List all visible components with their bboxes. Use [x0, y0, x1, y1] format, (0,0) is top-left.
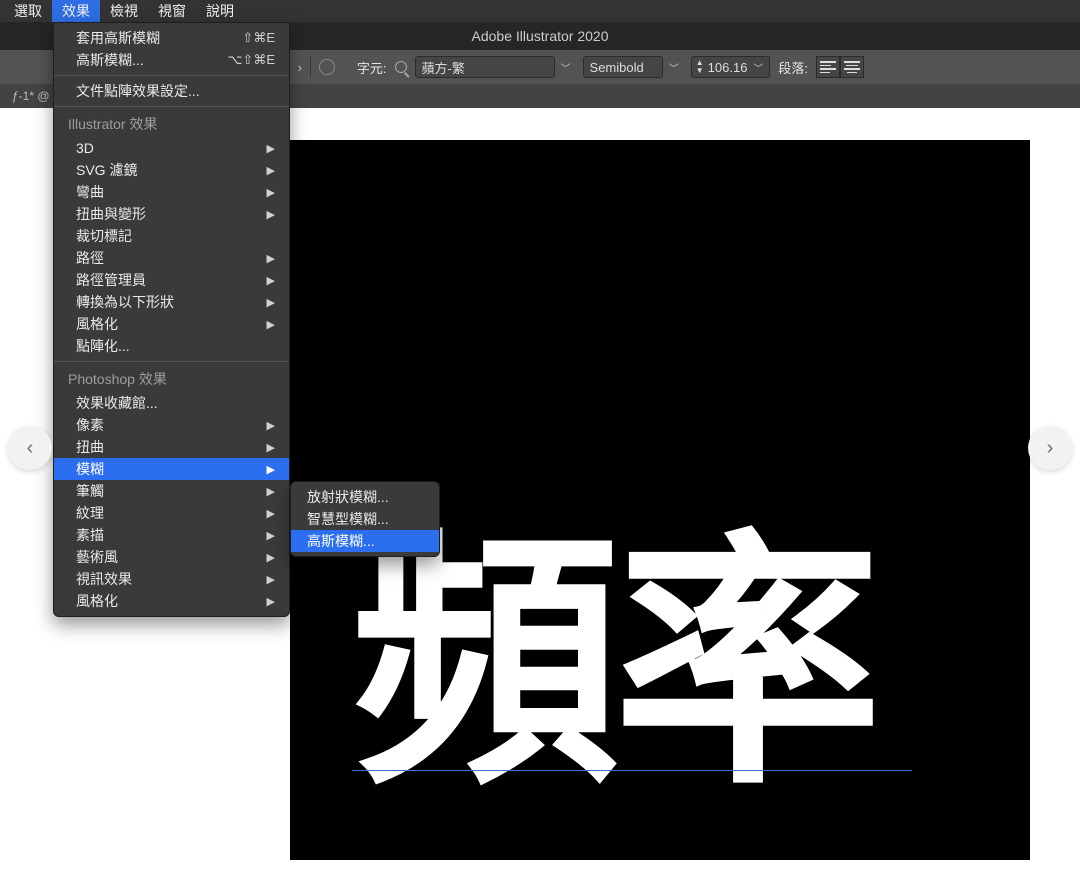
- menu-divider: [54, 106, 289, 107]
- submenu-arrow-icon: ▶: [267, 485, 275, 498]
- submenu-arrow-icon: ▶: [267, 419, 275, 432]
- opacity-stepper-icon[interactable]: ›: [298, 60, 302, 75]
- submenu-radial-blur[interactable]: 放射狀模糊...: [291, 486, 439, 508]
- menu-effects[interactable]: 效果: [52, 0, 100, 23]
- submenu-arrow-icon: ▶: [267, 441, 275, 454]
- submenu-arrow-icon: ▶: [267, 507, 275, 520]
- menu-apply-last-effect[interactable]: 套用高斯模糊 ⇧⌘E: [54, 27, 289, 49]
- menu-window[interactable]: 視窗: [148, 0, 196, 23]
- carousel-next-button[interactable]: ›: [1028, 426, 1072, 470]
- menu-last-effect[interactable]: 高斯模糊... ⌥⇧⌘E: [54, 49, 289, 71]
- submenu-arrow-icon: ▶: [267, 252, 275, 265]
- text-baseline-guide: [352, 770, 912, 771]
- shortcut-label: ⌥⇧⌘E: [227, 52, 275, 68]
- search-icon[interactable]: [395, 61, 407, 73]
- menu-path[interactable]: 路徑▶: [54, 247, 289, 269]
- submenu-arrow-icon: ▶: [267, 164, 275, 177]
- submenu-arrow-icon: ▶: [267, 595, 275, 608]
- submenu-arrow-icon: ▶: [267, 186, 275, 199]
- shortcut-label: ⇧⌘E: [242, 30, 275, 46]
- menu-3d[interactable]: 3D▶: [54, 137, 289, 159]
- effects-menu: 套用高斯模糊 ⇧⌘E 高斯模糊... ⌥⇧⌘E 文件點陣效果設定... Illu…: [53, 22, 290, 617]
- submenu-arrow-icon: ▶: [267, 551, 275, 564]
- chevron-left-icon: ‹: [27, 437, 34, 460]
- menu-ps-distort[interactable]: 扭曲▶: [54, 436, 289, 458]
- globe-icon[interactable]: [319, 59, 335, 75]
- submenu-smart-blur[interactable]: 智慧型模糊...: [291, 508, 439, 530]
- align-center-button[interactable]: [840, 56, 864, 78]
- submenu-arrow-icon: ▶: [267, 142, 275, 155]
- submenu-arrow-icon: ▶: [267, 318, 275, 331]
- align-left-button[interactable]: [816, 56, 840, 78]
- chevron-right-icon: ›: [1047, 437, 1054, 460]
- font-family-value: 蘋方-繁: [415, 56, 555, 78]
- chevron-down-icon: ﹀: [557, 60, 575, 75]
- font-size-stepper[interactable]: ▲ ▼ 106.16 ﹀: [691, 56, 771, 78]
- font-size-value: 106.16: [706, 60, 750, 75]
- menu-convert-shape[interactable]: 轉換為以下形狀▶: [54, 291, 289, 313]
- font-weight-dropdown[interactable]: Semibold ﹀: [583, 56, 683, 78]
- menu-warp[interactable]: 彎曲▶: [54, 181, 289, 203]
- canvas-text[interactable]: 頻率: [352, 530, 876, 798]
- menu-blur[interactable]: 模糊▶: [54, 458, 289, 480]
- carousel-prev-button[interactable]: ‹: [8, 426, 52, 470]
- document-tab[interactable]: ƒ-1* @: [2, 86, 60, 106]
- font-family-dropdown[interactable]: 蘋方-繁 ﹀: [415, 56, 575, 78]
- menu-distort-transform[interactable]: 扭曲與變形▶: [54, 203, 289, 225]
- submenu-arrow-icon: ▶: [267, 274, 275, 287]
- submenu-arrow-icon: ▶: [267, 573, 275, 586]
- chevron-down-icon: ﹀: [665, 60, 683, 75]
- menu-sketch[interactable]: 素描▶: [54, 524, 289, 546]
- menubar: 選取 效果 檢視 視窗 說明: [0, 0, 1080, 22]
- paragraph-label: 段落:: [778, 58, 808, 77]
- menu-svg-filters[interactable]: SVG 濾鏡▶: [54, 159, 289, 181]
- menu-raster-settings[interactable]: 文件點陣效果設定...: [54, 80, 289, 102]
- menu-section-photoshop: Photoshop 效果: [54, 366, 289, 392]
- menu-view[interactable]: 檢視: [100, 0, 148, 23]
- down-arrow-icon[interactable]: ▼: [694, 67, 706, 75]
- submenu-gaussian-blur[interactable]: 高斯模糊...: [291, 530, 439, 552]
- menu-artistic[interactable]: 藝術風▶: [54, 546, 289, 568]
- menu-divider: [54, 361, 289, 362]
- app-title: Adobe Illustrator 2020: [472, 28, 609, 44]
- blur-submenu: 放射狀模糊... 智慧型模糊... 高斯模糊...: [290, 481, 440, 557]
- menu-stylize-ai[interactable]: 風格化▶: [54, 313, 289, 335]
- menu-pixelate[interactable]: 像素▶: [54, 414, 289, 436]
- menu-texture[interactable]: 紋理▶: [54, 502, 289, 524]
- menu-pathfinder[interactable]: 路徑管理員▶: [54, 269, 289, 291]
- submenu-arrow-icon: ▶: [267, 529, 275, 542]
- menu-video[interactable]: 視訊效果▶: [54, 568, 289, 590]
- font-weight-value: Semibold: [583, 56, 663, 78]
- menu-help[interactable]: 說明: [196, 0, 244, 23]
- menu-stylize-ps[interactable]: 風格化▶: [54, 590, 289, 612]
- character-label: 字元:: [357, 58, 387, 77]
- submenu-arrow-icon: ▶: [267, 296, 275, 309]
- submenu-arrow-icon: ▶: [267, 463, 275, 476]
- paragraph-align-group: [816, 56, 864, 78]
- menu-crop-marks[interactable]: 裁切標記: [54, 225, 289, 247]
- chevron-down-icon: ﹀: [749, 60, 767, 75]
- menu-rasterize[interactable]: 點陣化...: [54, 335, 289, 357]
- menu-section-illustrator: Illustrator 效果: [54, 111, 289, 137]
- menu-select[interactable]: 選取: [4, 0, 52, 23]
- menu-brush-strokes[interactable]: 筆觸▶: [54, 480, 289, 502]
- submenu-arrow-icon: ▶: [267, 208, 275, 221]
- menu-divider: [54, 75, 289, 76]
- menu-effect-gallery[interactable]: 效果收藏館...: [54, 392, 289, 414]
